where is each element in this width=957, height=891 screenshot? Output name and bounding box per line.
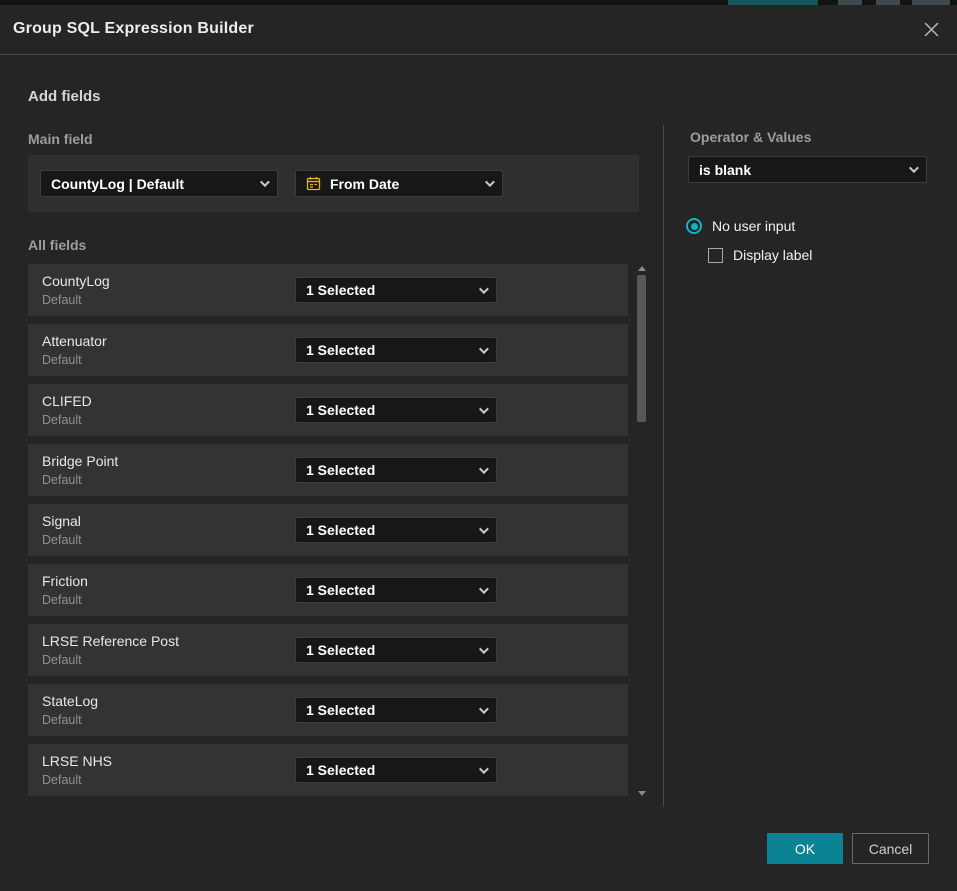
field-sublabel: Default bbox=[42, 413, 82, 427]
chevron-down-icon bbox=[479, 584, 489, 594]
field-selection-dropdown[interactable]: 1 Selected bbox=[295, 697, 497, 723]
all-fields-label: All fields bbox=[28, 237, 86, 253]
display-label-text[interactable]: Display label bbox=[733, 247, 812, 263]
chevron-down-icon bbox=[479, 704, 489, 714]
group-sql-expression-builder-dialog: Group SQL Expression Builder Add fields … bbox=[0, 5, 957, 891]
field-sublabel: Default bbox=[42, 533, 82, 547]
all-fields-list: CountyLog Default 1 Selected Attenuator … bbox=[28, 264, 628, 804]
field-name: StateLog bbox=[42, 693, 98, 709]
field-sublabel: Default bbox=[42, 473, 82, 487]
field-row-lrse-nhs: LRSE NHS Default 1 Selected bbox=[28, 744, 628, 796]
chevron-down-icon bbox=[479, 344, 489, 354]
field-selection-value: 1 Selected bbox=[306, 402, 471, 418]
add-fields-heading: Add fields bbox=[28, 88, 101, 105]
field-selection-value: 1 Selected bbox=[306, 702, 471, 718]
field-selection-dropdown[interactable]: 1 Selected bbox=[295, 517, 497, 543]
operator-values-heading: Operator & Values bbox=[690, 129, 811, 145]
field-selection-value: 1 Selected bbox=[306, 522, 471, 538]
main-field-source-dropdown[interactable]: CountyLog | Default bbox=[40, 170, 278, 197]
field-sublabel: Default bbox=[42, 593, 82, 607]
field-selection-value: 1 Selected bbox=[306, 342, 471, 358]
field-selection-value: 1 Selected bbox=[306, 462, 471, 478]
main-field-field-value: From Date bbox=[330, 176, 477, 192]
ok-button[interactable]: OK bbox=[767, 833, 843, 864]
main-field-label: Main field bbox=[28, 131, 93, 147]
field-selection-dropdown[interactable]: 1 Selected bbox=[295, 457, 497, 483]
field-selection-dropdown[interactable]: 1 Selected bbox=[295, 577, 497, 603]
field-name: LRSE NHS bbox=[42, 753, 112, 769]
field-row-countylog: CountyLog Default 1 Selected bbox=[28, 264, 628, 316]
field-name: LRSE Reference Post bbox=[42, 633, 179, 649]
close-icon[interactable] bbox=[920, 18, 942, 40]
scrollbar-down-arrow-icon[interactable] bbox=[638, 791, 646, 796]
chevron-down-icon bbox=[479, 644, 489, 654]
no-user-input-option: No user input bbox=[686, 218, 795, 234]
chevron-down-icon bbox=[909, 163, 919, 173]
field-selection-value: 1 Selected bbox=[306, 282, 471, 298]
no-user-input-label[interactable]: No user input bbox=[712, 218, 795, 234]
chevron-down-icon bbox=[485, 177, 495, 187]
scrollbar-thumb[interactable] bbox=[637, 275, 646, 422]
chevron-down-icon bbox=[479, 284, 489, 294]
field-sublabel: Default bbox=[42, 293, 82, 307]
field-name: Signal bbox=[42, 513, 81, 529]
field-selection-dropdown[interactable]: 1 Selected bbox=[295, 757, 497, 783]
field-row-signal: Signal Default 1 Selected bbox=[28, 504, 628, 556]
field-name: CLIFED bbox=[42, 393, 92, 409]
operator-value: is blank bbox=[699, 162, 901, 178]
field-selection-dropdown[interactable]: 1 Selected bbox=[295, 397, 497, 423]
chevron-down-icon bbox=[479, 464, 489, 474]
field-row-attenuator: Attenuator Default 1 Selected bbox=[28, 324, 628, 376]
field-row-friction: Friction Default 1 Selected bbox=[28, 564, 628, 616]
chevron-down-icon bbox=[479, 764, 489, 774]
field-name: CountyLog bbox=[42, 273, 110, 289]
cancel-button[interactable]: Cancel bbox=[852, 833, 929, 864]
chevron-down-icon bbox=[479, 524, 489, 534]
no-user-input-radio[interactable] bbox=[686, 218, 702, 234]
main-field-section: CountyLog | Default From Date bbox=[28, 155, 639, 212]
chevron-down-icon bbox=[479, 404, 489, 414]
display-label-checkbox[interactable] bbox=[708, 248, 723, 263]
dialog-header: Group SQL Expression Builder bbox=[0, 5, 957, 55]
field-row-lrse-reference-post: LRSE Reference Post Default 1 Selected bbox=[28, 624, 628, 676]
field-selection-value: 1 Selected bbox=[306, 762, 471, 778]
chevron-down-icon bbox=[260, 177, 270, 187]
list-scrollbar[interactable] bbox=[637, 260, 648, 800]
field-selection-dropdown[interactable]: 1 Selected bbox=[295, 637, 497, 663]
field-row-bridge-point: Bridge Point Default 1 Selected bbox=[28, 444, 628, 496]
main-field-source-value: CountyLog | Default bbox=[51, 176, 252, 192]
field-row-statelog: StateLog Default 1 Selected bbox=[28, 684, 628, 736]
display-label-option: Display label bbox=[708, 247, 812, 263]
field-sublabel: Default bbox=[42, 353, 82, 367]
field-sublabel: Default bbox=[42, 653, 82, 667]
field-name: Attenuator bbox=[42, 333, 107, 349]
main-field-field-dropdown[interactable]: From Date bbox=[295, 170, 503, 197]
field-selection-value: 1 Selected bbox=[306, 582, 471, 598]
calendar-icon bbox=[306, 176, 321, 191]
field-name: Bridge Point bbox=[42, 453, 118, 469]
panel-divider bbox=[663, 125, 664, 807]
field-sublabel: Default bbox=[42, 773, 82, 787]
dialog-title: Group SQL Expression Builder bbox=[13, 20, 254, 38]
field-name: Friction bbox=[42, 573, 88, 589]
radio-selected-dot bbox=[691, 223, 698, 230]
field-selection-dropdown[interactable]: 1 Selected bbox=[295, 277, 497, 303]
scrollbar-up-arrow-icon[interactable] bbox=[638, 266, 646, 271]
operator-dropdown[interactable]: is blank bbox=[688, 156, 927, 183]
field-row-clifed: CLIFED Default 1 Selected bbox=[28, 384, 628, 436]
field-selection-dropdown[interactable]: 1 Selected bbox=[295, 337, 497, 363]
field-sublabel: Default bbox=[42, 713, 82, 727]
field-selection-value: 1 Selected bbox=[306, 642, 471, 658]
